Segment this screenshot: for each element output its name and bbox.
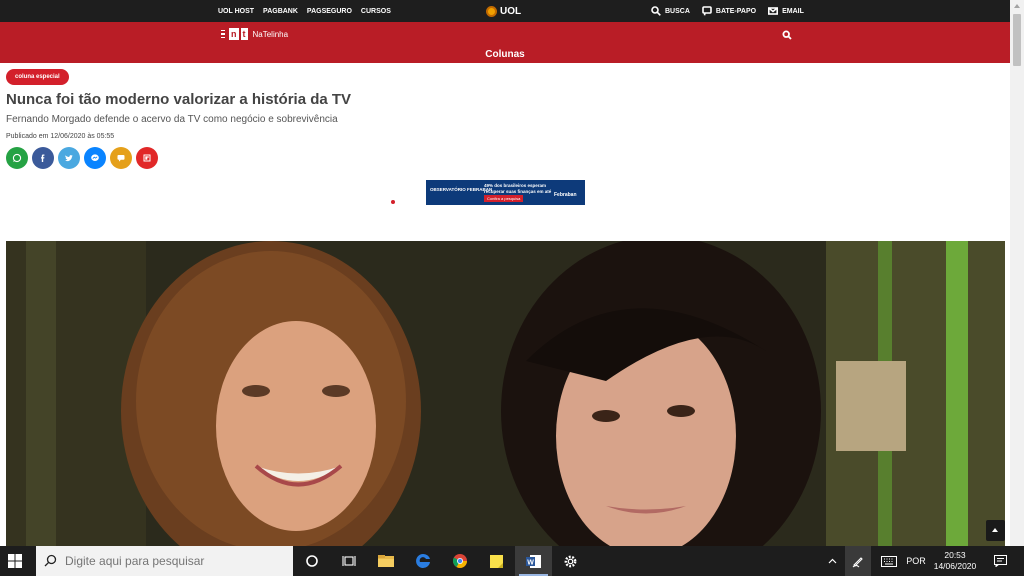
task-view-button[interactable]: [330, 546, 367, 576]
chevron-up-icon: [828, 558, 836, 564]
ad-banner[interactable]: OBSERVATÓRIO FEBRABAN 49% dos brasileiro…: [426, 180, 585, 205]
site-header: n t NaTelinha Colunas: [0, 22, 1010, 63]
section-title[interactable]: Colunas: [0, 49, 1010, 60]
whatsapp-icon: [12, 153, 22, 163]
logo-n: n: [229, 28, 239, 40]
gear-icon: [564, 555, 577, 567]
edge-button[interactable]: [404, 546, 441, 576]
bate-papo-button[interactable]: BATE-PAPO: [702, 6, 756, 16]
link-cursos[interactable]: CURSOS: [361, 8, 391, 15]
pen-icon: [852, 557, 863, 568]
uol-links: UOL HOST PAGBANK PAGSEGURO CURSOS: [218, 0, 391, 22]
category-tag[interactable]: coluna especial: [6, 69, 69, 85]
windows-taskbar: W POR 20:53 14/06/2020: [0, 546, 1024, 576]
search-icon: [44, 554, 57, 567]
busca-button[interactable]: BUSCA: [651, 6, 690, 16]
flipboard-icon: [143, 154, 151, 162]
share-buttons: [6, 147, 158, 169]
logo-t: t: [240, 28, 248, 40]
cortana-button[interactable]: [293, 546, 330, 576]
show-hidden-icons-button[interactable]: [823, 546, 841, 576]
link-pagseguro[interactable]: PAGSEGURO: [307, 8, 352, 15]
share-facebook-button[interactable]: [32, 147, 54, 169]
touch-keyboard-button[interactable]: [876, 546, 902, 576]
search-icon: [651, 6, 661, 16]
chat-icon: [702, 6, 712, 16]
ad-cta-button[interactable]: Confira a pesquisa: [484, 195, 524, 202]
system-clock[interactable]: 20:53 14/06/2020: [928, 550, 982, 572]
edge-icon: [415, 553, 430, 568]
menu-lines-icon: [221, 29, 225, 39]
uol-logo-icon: [486, 5, 497, 17]
comment-icon: [117, 155, 125, 162]
sticky-notes-button[interactable]: [478, 546, 515, 576]
messenger-icon: [91, 154, 99, 161]
link-uol-host[interactable]: UOL HOST: [218, 8, 254, 15]
natelinha-logo[interactable]: n t NaTelinha: [221, 28, 288, 40]
page-scrollbar[interactable]: [1010, 0, 1024, 546]
taskbar-search-box[interactable]: [36, 546, 293, 576]
clock-date: 14/06/2020: [933, 561, 977, 571]
word-button[interactable]: W: [515, 546, 552, 576]
back-to-top-button[interactable]: [986, 520, 1005, 541]
notification-icon: [993, 555, 1007, 567]
article-subheadline: Fernando Morgado defende o acervo da TV …: [6, 114, 338, 125]
browser-page: UOL HOST PAGBANK PAGSEGURO CURSOS UOL BU…: [0, 0, 1024, 576]
scroll-up-arrow-icon[interactable]: [1014, 4, 1020, 8]
uol-actions: BUSCA BATE-PAPO EMAIL: [651, 0, 804, 22]
share-twitter-button[interactable]: [58, 147, 80, 169]
chrome-icon: [452, 554, 467, 568]
loading-dot: [391, 200, 395, 204]
windows-start-icon[interactable]: [8, 554, 22, 568]
action-center-button[interactable]: [990, 546, 1010, 576]
cortana-circle-icon: [305, 555, 318, 567]
task-view-icon: [341, 556, 356, 566]
logo-name: NaTelinha: [252, 29, 289, 39]
settings-button[interactable]: [552, 546, 589, 576]
twitter-icon: [65, 155, 73, 162]
sticky-note-icon: [490, 554, 503, 568]
word-icon: W: [526, 554, 541, 568]
share-flipboard-button[interactable]: [136, 147, 158, 169]
taskbar-search-input[interactable]: [65, 552, 285, 570]
uol-top-bar: UOL HOST PAGBANK PAGSEGURO CURSOS UOL BU…: [0, 0, 1010, 22]
share-comment-button[interactable]: [110, 147, 132, 169]
uol-logo[interactable]: UOL: [486, 0, 521, 22]
ad-logo: Febraban: [554, 192, 577, 198]
publish-date: Publicado em 12/06/2020 às 05:55: [6, 133, 115, 140]
clock-time: 20:53: [944, 550, 966, 560]
file-explorer-button[interactable]: [367, 546, 404, 576]
share-whatsapp-button[interactable]: [6, 147, 28, 169]
language-indicator[interactable]: POR: [904, 546, 928, 576]
link-pagbank[interactable]: PAGBANK: [263, 8, 298, 15]
share-messenger-button[interactable]: [84, 147, 106, 169]
article-headline: Nunca foi tão moderno valorizar a histór…: [6, 91, 352, 108]
ad-brand: OBSERVATÓRIO FEBRABAN: [430, 187, 493, 192]
facebook-icon: [41, 154, 45, 162]
scrollbar-thumb[interactable]: [1013, 14, 1021, 66]
folder-icon: [377, 555, 394, 567]
site-search-icon[interactable]: [782, 30, 792, 40]
keyboard-icon: [881, 555, 897, 567]
svg-text:W: W: [527, 559, 534, 566]
photo-illustration: [6, 241, 1005, 546]
email-button[interactable]: EMAIL: [768, 6, 804, 16]
pen-workspace-button[interactable]: [845, 546, 871, 576]
mail-icon: [768, 7, 779, 15]
chrome-button[interactable]: [441, 546, 478, 576]
article-photo: [6, 241, 1005, 546]
